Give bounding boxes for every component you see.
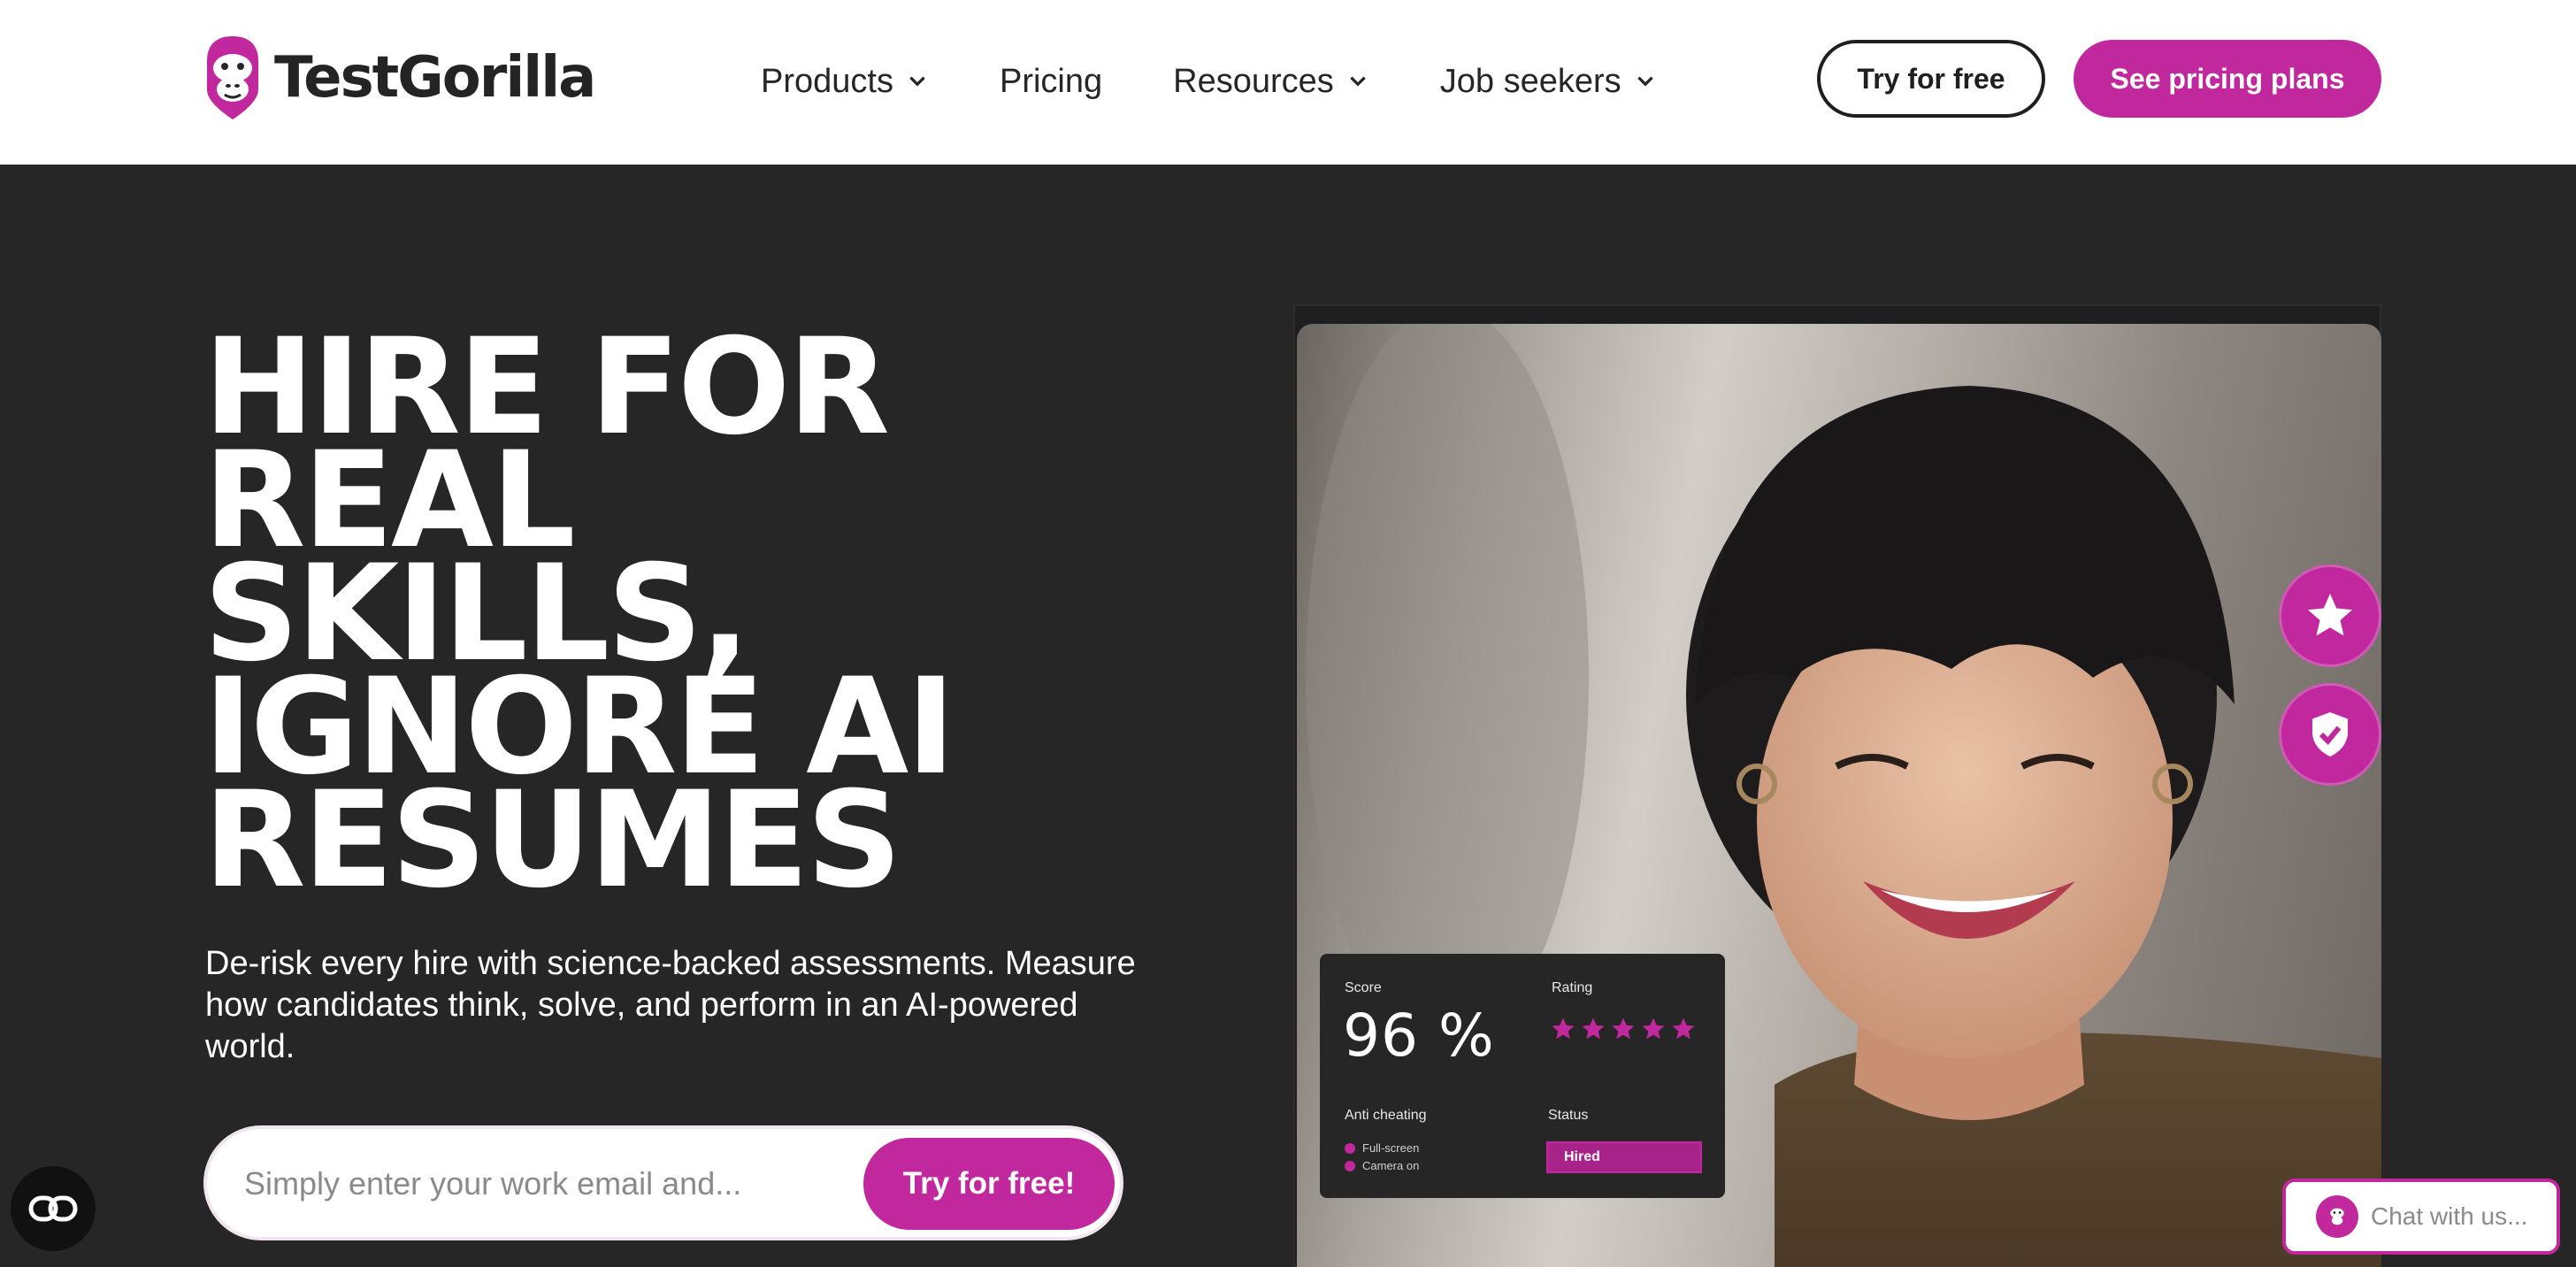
headline-line: RESUMES: [203, 764, 902, 918]
chat-widget[interactable]: Chat with us...: [2282, 1179, 2560, 1255]
hero-subtext: De-risk every hire with science-backed a…: [205, 945, 1136, 1065]
score-value: 96 %: [1343, 1002, 1495, 1070]
check-label: Full-screen: [1362, 1141, 1420, 1155]
shield-button[interactable]: [2279, 683, 2381, 786]
star-icon: [1552, 1017, 1575, 1040]
email-signup-form: Try for free!: [203, 1125, 1123, 1240]
shield-dot-icon: [1345, 1160, 1355, 1171]
shield-dot-icon: [1345, 1142, 1355, 1154]
status-label: Status: [1548, 1108, 1589, 1123]
chat-placeholder: Chat with us...: [2371, 1202, 2528, 1230]
try-for-free-submit-button[interactable]: Try for free!: [863, 1138, 1115, 1230]
rating-label: Rating: [1552, 980, 1593, 995]
top-navigation: TestGorilla Products Pricing Resources J…: [0, 0, 2576, 165]
nav-job-seekers[interactable]: Job seekers: [1440, 63, 1657, 101]
status-badge: Hired: [1546, 1141, 1702, 1173]
chevron-down-icon: [909, 76, 925, 87]
accessibility-button[interactable]: [11, 1166, 96, 1251]
star-icon: [1582, 1017, 1605, 1040]
star-icon: [1642, 1017, 1665, 1040]
brand-name: TestGorilla: [274, 45, 596, 111]
chevron-down-icon: [1637, 76, 1653, 87]
rating-stars: [1550, 1016, 1697, 1042]
check-item: Full-screen: [1345, 1141, 1419, 1155]
check-label: Camera on: [1362, 1159, 1420, 1172]
accessibility-icon: [28, 1195, 78, 1222]
nav-resources-label: Resources: [1173, 62, 1334, 100]
candidate-score-card: Score 96 % Rating Anti cheating Full-scr…: [1320, 954, 1725, 1198]
chevron-down-icon: [1350, 76, 1366, 87]
check-item: Camera on: [1345, 1159, 1419, 1172]
anti-cheating-label: Anti cheating: [1345, 1108, 1427, 1123]
nav-pricing-label: Pricing: [999, 62, 1103, 100]
try-for-free-button[interactable]: Try for free: [1817, 40, 2045, 118]
work-email-input[interactable]: [244, 1156, 828, 1212]
nav-products-label: Products: [761, 62, 893, 100]
star-icon: [1612, 1017, 1635, 1040]
score-label: Score: [1345, 980, 1382, 995]
main-menu: Products Pricing Resources Job seekers: [761, 55, 1728, 108]
star-icon: [2308, 594, 2352, 636]
nav-products[interactable]: Products: [761, 63, 929, 101]
star-icon: [1672, 1017, 1695, 1040]
shield-check-icon: [2312, 712, 2348, 756]
star-button[interactable]: [2279, 564, 2381, 667]
see-pricing-plans-button[interactable]: See pricing plans: [2074, 40, 2381, 118]
gorilla-logo-icon: [207, 36, 258, 119]
nav-resources[interactable]: Resources: [1173, 63, 1369, 101]
nav-job-seekers-label: Job seekers: [1439, 62, 1622, 100]
hero-headline: HIRE FOR REAL SKILLS, IGNORE AI RESUMES: [203, 321, 1177, 918]
testgorilla-logo[interactable]: TestGorilla: [203, 34, 596, 122]
chat-avatar-icon: [2316, 1195, 2358, 1238]
nav-pricing[interactable]: Pricing: [1000, 63, 1102, 101]
gorilla-icon: [2330, 1208, 2344, 1225]
